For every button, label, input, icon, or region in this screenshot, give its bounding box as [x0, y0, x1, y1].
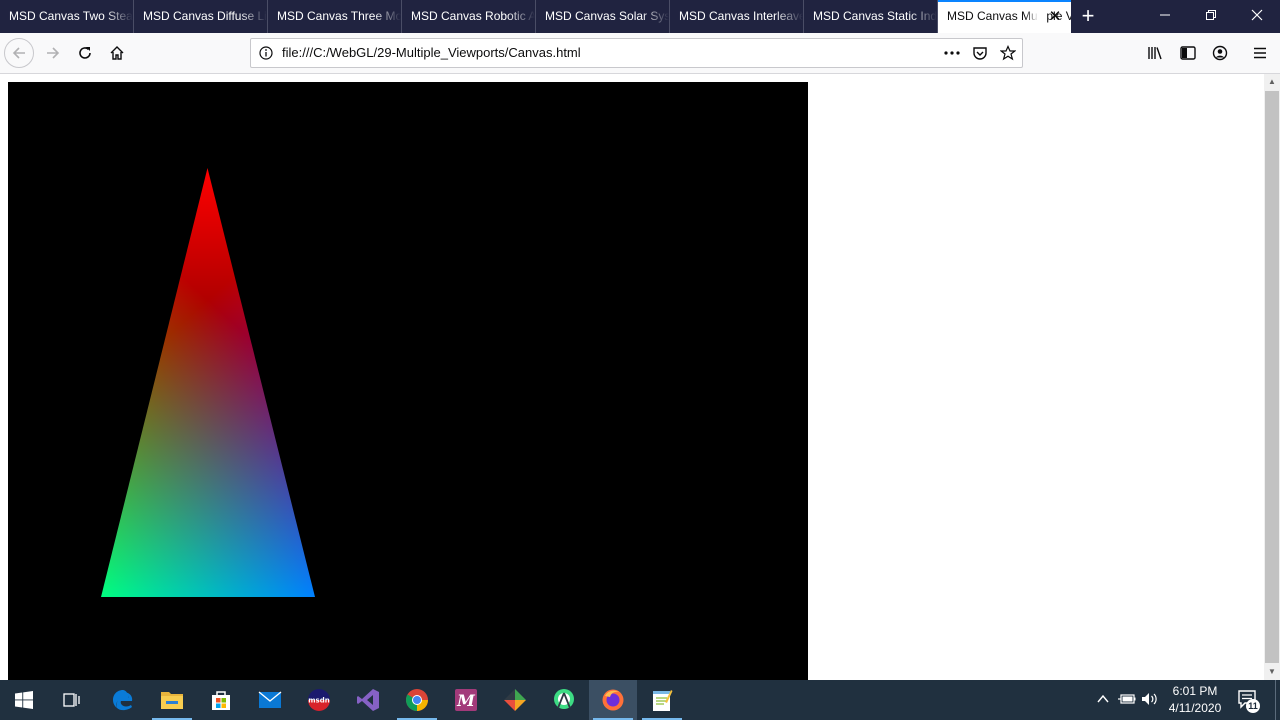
store-button[interactable] [197, 680, 245, 720]
msdn-button[interactable]: msdn [295, 680, 343, 720]
page-actions-icon[interactable] [943, 46, 961, 60]
triangle-render [101, 168, 315, 597]
navigation-toolbar: file:///C:/WebGL/29-Multiple_Viewports/C… [0, 33, 1280, 74]
mathcad-icon: M [455, 689, 477, 711]
chevron-up-icon[interactable] [1097, 694, 1109, 704]
close-icon [1251, 9, 1263, 21]
close-window-button[interactable] [1234, 0, 1280, 33]
url-text[interactable]: file:///C:/WebGL/29-Multiple_Viewports/C… [282, 39, 581, 67]
android-studio-icon [554, 689, 574, 709]
url-bar[interactable]: file:///C:/WebGL/29-Multiple_Viewports/C… [250, 38, 1023, 68]
menu-button[interactable] [1244, 37, 1276, 69]
restore-button[interactable] [1188, 0, 1234, 33]
edge-button[interactable] [99, 680, 147, 720]
back-arrow-icon [12, 47, 25, 59]
start-button[interactable] [0, 680, 48, 720]
minimize-icon [1160, 14, 1170, 16]
tab-solar-system[interactable]: MSD Canvas Solar System [536, 0, 670, 33]
notifications-button[interactable]: 11 [1237, 689, 1261, 713]
visual-studio-icon [357, 689, 379, 711]
library-icon [1148, 47, 1162, 60]
scroll-thumb[interactable] [1265, 91, 1279, 663]
edge-icon [113, 690, 133, 711]
reload-button[interactable] [69, 37, 101, 69]
windows-taskbar: msdn M 6:01 PM 4/11/2020 11 [0, 680, 1280, 720]
tab-static-index[interactable]: MSD Canvas Static Index [804, 0, 938, 33]
close-tab-icon[interactable]: ✕ [1047, 2, 1063, 31]
git-button[interactable] [491, 680, 539, 720]
home-button[interactable] [101, 37, 133, 69]
page-content [0, 74, 1264, 682]
visual-studio-button[interactable] [344, 680, 392, 720]
forward-arrow-icon [47, 47, 60, 59]
notepad-button[interactable] [638, 680, 686, 720]
svg-text:msdn: msdn [308, 697, 329, 705]
tab-robotic-arm[interactable]: MSD Canvas Robotic Arm [402, 0, 536, 33]
chrome-button[interactable] [393, 680, 441, 720]
account-button[interactable] [1204, 37, 1236, 69]
notification-badge: 11 [1246, 699, 1260, 713]
scroll-down-arrow-icon[interactable]: ▼ [1264, 664, 1280, 680]
svg-text:M: M [456, 691, 476, 710]
info-icon[interactable] [259, 46, 273, 60]
scroll-up-arrow-icon[interactable]: ▲ [1264, 74, 1280, 90]
webgl-canvas[interactable] [8, 82, 808, 682]
tab-three-models[interactable]: MSD Canvas Three Models [268, 0, 402, 33]
show-desktop-divider[interactable] [1275, 680, 1276, 720]
file-explorer-icon [161, 692, 183, 709]
bookmark-star-icon[interactable] [1000, 45, 1016, 61]
tab-diffuse-light[interactable]: MSD Canvas Diffuse Light [134, 0, 268, 33]
minimize-button[interactable] [1142, 0, 1188, 33]
mail-button[interactable] [246, 680, 294, 720]
tab-multiple-viewports[interactable]: MSD Canvas Multiple Viewports ✕ [938, 0, 1071, 33]
sidebar-button[interactable] [1172, 37, 1204, 69]
file-explorer-button[interactable] [148, 680, 196, 720]
notepad-icon [653, 690, 673, 711]
volume-icon[interactable] [1141, 691, 1159, 707]
pocket-icon[interactable] [972, 45, 988, 61]
windows-logo-icon [15, 691, 33, 709]
chrome-icon [406, 689, 428, 711]
task-view-button[interactable] [48, 680, 96, 720]
back-button[interactable] [4, 38, 34, 68]
store-icon [212, 691, 230, 710]
clock-time[interactable]: 6:01 PM [1163, 684, 1227, 698]
home-icon [110, 46, 124, 60]
restore-icon [1206, 10, 1216, 20]
git-icon [504, 689, 526, 711]
forward-button[interactable] [37, 37, 69, 69]
clock-date[interactable]: 4/11/2020 [1163, 701, 1227, 715]
tab-bar: MSD Canvas Two Steady MSD Canvas Diffuse… [0, 0, 1280, 33]
firefox-button[interactable] [589, 680, 637, 720]
library-button[interactable] [1140, 37, 1172, 69]
android-studio-button[interactable] [540, 680, 588, 720]
reload-icon [79, 47, 91, 59]
msdn-icon: msdn [308, 689, 330, 711]
tab-interleaved[interactable]: MSD Canvas Interleaved [670, 0, 804, 33]
mail-icon [258, 691, 282, 708]
mathcad-button[interactable]: M [442, 680, 490, 720]
tab-two-steady[interactable]: MSD Canvas Two Steady [0, 0, 134, 33]
account-icon [1212, 45, 1228, 61]
battery-icon[interactable] [1118, 693, 1136, 705]
sidebar-icon [1180, 46, 1196, 60]
firefox-icon [602, 689, 624, 711]
new-tab-button[interactable]: + [1071, 0, 1105, 33]
task-view-icon [63, 693, 80, 707]
hamburger-menu-icon [1254, 47, 1266, 59]
vertical-scrollbar[interactable]: ▲ ▼ [1264, 74, 1280, 680]
